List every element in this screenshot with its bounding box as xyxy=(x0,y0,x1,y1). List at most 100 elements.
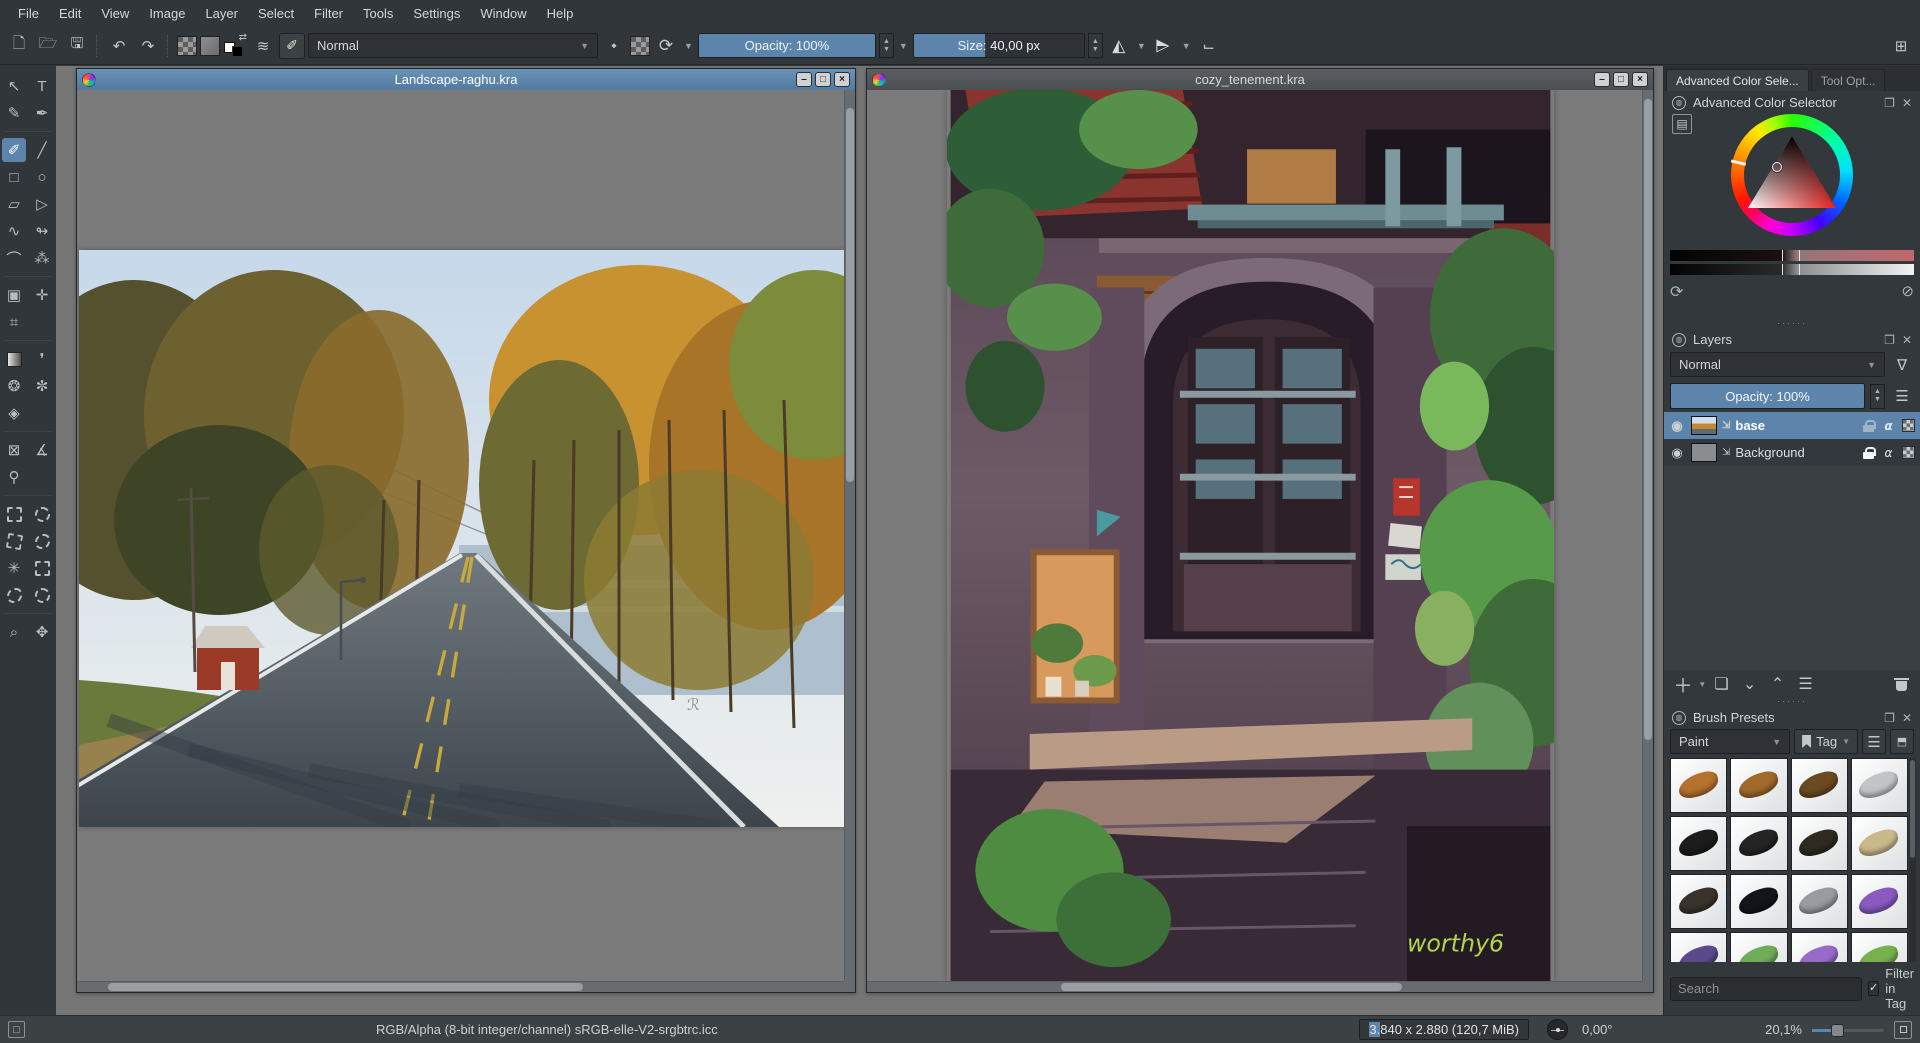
canvas-painting-tenement[interactable]: worthy6 xyxy=(947,90,1554,981)
duplicate-layer-button[interactable]: ❏ xyxy=(1709,672,1735,696)
brush-preset-tile[interactable] xyxy=(1791,816,1848,871)
tool-fill[interactable]: ◈ xyxy=(2,401,26,425)
wrap-around-mode-button[interactable]: ⌙ xyxy=(1196,33,1222,59)
preset-search-input[interactable] xyxy=(1670,977,1862,1001)
float-docker-icon[interactable]: ❐ xyxy=(1884,711,1895,725)
chevron-down-icon[interactable]: ▼ xyxy=(1135,41,1148,51)
opacity-slider[interactable]: Opacity: 100% xyxy=(698,33,876,58)
mirror-vertical-button[interactable]: ◭ xyxy=(1151,33,1177,59)
layer-opacity-spinner[interactable]: ▲▼ xyxy=(1870,384,1885,409)
tool-text[interactable]: T xyxy=(30,74,54,98)
lock-docker-icon[interactable]: ◍ xyxy=(1672,333,1686,347)
chevron-down-icon[interactable]: ▼ xyxy=(682,41,695,51)
tool-bezier-select[interactable] xyxy=(30,556,54,580)
tool-polygon[interactable]: ▱ xyxy=(2,192,26,216)
eraser-mode-button[interactable]: ⬩ xyxy=(601,33,627,59)
close-docker-icon[interactable]: ✕ xyxy=(1902,96,1912,110)
menu-tools[interactable]: Tools xyxy=(353,2,403,25)
tool-reference-images[interactable]: ⚲ xyxy=(2,465,26,489)
tool-measure[interactable]: ∡ xyxy=(30,438,54,462)
brush-preset-tile[interactable] xyxy=(1670,758,1727,813)
brush-preset-tile[interactable] xyxy=(1730,816,1787,871)
close-docker-icon[interactable]: ✕ xyxy=(1902,333,1912,347)
workspace-chooser-button[interactable]: ⊞ xyxy=(1888,33,1914,59)
redo-button[interactable]: ↷ xyxy=(135,33,161,59)
tool-dynamic-brush[interactable]: ⌒ xyxy=(2,246,26,270)
value-selector-bar[interactable] xyxy=(1670,264,1914,275)
close-docker-icon[interactable]: ✕ xyxy=(1902,711,1912,725)
window-titlebar[interactable]: cozy_tenement.kra – □ × xyxy=(867,69,1653,90)
dock-splitter-handle[interactable]: ······ xyxy=(1664,320,1920,328)
fit-page-button[interactable] xyxy=(1894,1021,1912,1039)
chevron-down-icon[interactable]: ▼ xyxy=(897,41,910,51)
tool-ellipse-select[interactable] xyxy=(30,502,54,526)
pattern-chooser[interactable] xyxy=(200,36,220,56)
filter-in-tag-checkbox[interactable]: ✓ xyxy=(1868,981,1879,996)
layer-visibility-icon[interactable]: ◉ xyxy=(1668,445,1686,461)
tool-freehand-brush[interactable]: ✐ xyxy=(2,138,26,162)
horizontal-scrollbar[interactable] xyxy=(77,981,844,992)
tool-line[interactable]: ╱ xyxy=(30,138,54,162)
menu-layer[interactable]: Layer xyxy=(195,2,248,25)
color-selector-settings-button[interactable]: ▤ xyxy=(1672,114,1692,134)
save-button[interactable]: 🖫 xyxy=(64,33,90,59)
brush-preset-tile[interactable] xyxy=(1730,874,1787,929)
preset-filter-dropdown[interactable]: Paint ▼ xyxy=(1670,729,1790,754)
dock-splitter-handle[interactable]: ······ xyxy=(1664,698,1920,706)
brush-preset-tile[interactable] xyxy=(1851,758,1908,813)
menu-view[interactable]: View xyxy=(91,2,139,25)
tool-smart-patch[interactable]: ❂ xyxy=(2,374,26,398)
menu-settings[interactable]: Settings xyxy=(403,2,470,25)
brush-preset-tile[interactable] xyxy=(1851,874,1908,929)
close-button[interactable]: × xyxy=(1632,72,1648,87)
brush-editor-button[interactable]: ✐ xyxy=(279,33,305,59)
layer-opacity-slider[interactable]: Opacity: 100% xyxy=(1670,383,1865,409)
menu-select[interactable]: Select xyxy=(248,2,304,25)
layer-properties-button[interactable]: ☰ xyxy=(1793,672,1819,696)
delete-layer-button[interactable] xyxy=(1888,672,1914,696)
tool-transform[interactable]: ▣ xyxy=(2,283,26,307)
brush-preset-tile[interactable] xyxy=(1670,874,1727,929)
tool-zoom[interactable]: ⌕ xyxy=(2,620,26,644)
undo-button[interactable]: ↶ xyxy=(106,33,132,59)
brush-preset-tile[interactable] xyxy=(1851,816,1908,871)
float-docker-icon[interactable]: ❐ xyxy=(1884,333,1895,347)
tool-poly-select[interactable] xyxy=(2,529,26,553)
mirror-horizontal-button[interactable]: ◭ xyxy=(1106,33,1132,59)
tool-multibrush[interactable]: ⁂ xyxy=(30,246,54,270)
float-docker-icon[interactable]: ❐ xyxy=(1884,96,1895,110)
tool-rectangle[interactable]: □ xyxy=(2,165,26,189)
layer-lock-icon[interactable] xyxy=(1861,418,1876,433)
preset-display-menu-button[interactable]: ☰ xyxy=(1862,729,1886,754)
opacity-spinner[interactable]: ▲▼ xyxy=(879,33,894,58)
menu-filter[interactable]: Filter xyxy=(304,2,353,25)
menu-window[interactable]: Window xyxy=(470,2,536,25)
vertical-scrollbar[interactable] xyxy=(1642,90,1653,981)
tab-tool-options[interactable]: Tool Opt... xyxy=(1811,69,1886,91)
tool-similar-select[interactable]: ✳ xyxy=(2,556,26,580)
layer-row-base[interactable]: ◉ ⇲ base α xyxy=(1664,412,1920,439)
inherit-alpha-icon[interactable] xyxy=(1901,445,1916,460)
layer-blend-mode-dropdown[interactable]: Normal ▼ xyxy=(1670,352,1885,377)
move-layer-up-button[interactable]: ⌃ xyxy=(1765,672,1791,696)
swap-colors-icon[interactable]: ⇄ xyxy=(239,32,247,43)
add-layer-button[interactable]: ＋ xyxy=(1670,672,1696,696)
minimize-button[interactable]: – xyxy=(1594,72,1610,87)
background-color[interactable] xyxy=(232,46,243,57)
layer-alpha-icon[interactable]: α xyxy=(1881,445,1896,460)
layer-alpha-icon[interactable]: α xyxy=(1881,418,1896,433)
layer-thumbnail[interactable] xyxy=(1691,443,1717,462)
tool-gradient[interactable] xyxy=(2,347,26,371)
shade-selector-bar[interactable] xyxy=(1670,250,1914,261)
image-size-field[interactable]: 3.840 x 2.880 (120,7 MiB) xyxy=(1359,1019,1529,1040)
tool-crop[interactable]: ⌗ xyxy=(2,310,26,334)
tool-color-sampler[interactable]: ❜ xyxy=(30,347,54,371)
canvas-rotation-dial[interactable] xyxy=(1547,1019,1568,1040)
blending-mode-dropdown[interactable]: Normal ▼ xyxy=(308,33,598,58)
tool-bezier-curve[interactable]: ∿ xyxy=(2,219,26,243)
canvas-area-tenement[interactable]: worthy6 xyxy=(867,90,1653,992)
maximize-button[interactable]: □ xyxy=(815,72,831,87)
canvas-area-landscape[interactable]: ℛ xyxy=(77,90,855,992)
brush-size-spinner[interactable]: ▲▼ xyxy=(1088,33,1103,58)
window-titlebar[interactable]: Landscape-raghu.kra – □ × xyxy=(77,69,855,90)
